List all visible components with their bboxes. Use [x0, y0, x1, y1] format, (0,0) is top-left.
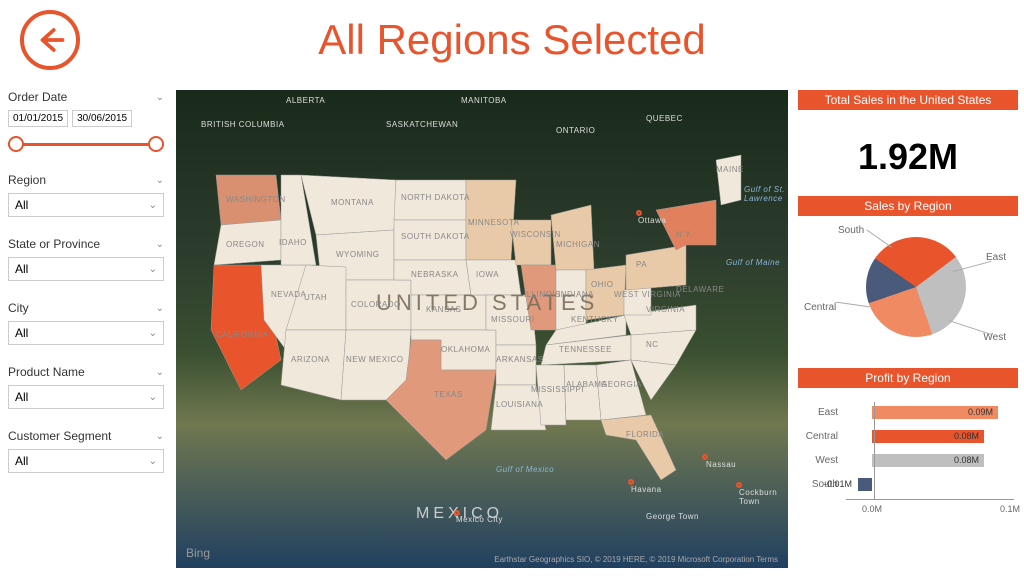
state-mississippi [536, 365, 566, 425]
product-dropdown[interactable]: All⌄ [8, 385, 164, 409]
chevron-down-icon: ⌄ [149, 264, 157, 275]
pie-chart[interactable]: East West Central South [798, 222, 1018, 362]
bars-title: Profit by Region [798, 368, 1018, 388]
city-dropdown[interactable]: All⌄ [8, 321, 164, 345]
filter-panel: Order Date ⌄ 01/01/2015 30/06/2015 Region… [6, 90, 166, 568]
map-attribution: Earthstar Geographics SIO, © 2019 HERE, … [494, 555, 778, 564]
kpi-title: Total Sales in the United States [798, 90, 1018, 110]
chevron-down-icon: ⌄ [149, 456, 157, 467]
filter-label-product: Product Name [8, 365, 85, 379]
chevron-down-icon[interactable]: ⌄ [156, 175, 164, 186]
date-slider[interactable] [8, 135, 164, 153]
bar-row: South-0.01M [802, 474, 1014, 494]
date-to-input[interactable]: 30/06/2015 [72, 110, 132, 127]
segment-dropdown[interactable]: All⌄ [8, 449, 164, 473]
filter-label-region: Region [8, 173, 46, 187]
bing-logo: Bing [186, 546, 210, 560]
bar-row: West0.08M [802, 450, 1014, 470]
filter-label-order-date: Order Date [8, 90, 67, 104]
bar-row: Central0.08M [802, 426, 1014, 446]
state-pa [626, 245, 686, 290]
chevron-down-icon: ⌄ [149, 200, 157, 211]
state-nc [631, 330, 696, 365]
filter-label-segment: Customer Segment [8, 429, 111, 443]
chevron-down-icon[interactable]: ⌄ [156, 431, 164, 442]
state-florida [601, 415, 676, 480]
filter-label-city: City [8, 301, 29, 315]
chevron-down-icon[interactable]: ⌄ [156, 92, 164, 103]
chevron-down-icon: ⌄ [149, 392, 157, 403]
state-dropdown[interactable]: All⌄ [8, 257, 164, 281]
state-arkansas [496, 345, 536, 385]
filter-label-state: State or Province [8, 237, 100, 251]
date-from-input[interactable]: 01/01/2015 [8, 110, 68, 127]
chevron-down-icon[interactable]: ⌄ [156, 239, 164, 250]
state-maine [716, 155, 741, 205]
chevron-down-icon: ⌄ [149, 328, 157, 339]
slider-handle-left[interactable] [8, 136, 24, 152]
chevron-down-icon[interactable]: ⌄ [156, 303, 164, 314]
chevron-down-icon[interactable]: ⌄ [156, 367, 164, 378]
pie-title: Sales by Region [798, 196, 1018, 216]
bar-row: East0.09M [802, 402, 1014, 422]
kpi-value: 1.92M [798, 116, 1018, 190]
page-title: All Regions Selected [20, 16, 1004, 64]
slider-handle-right[interactable] [148, 136, 164, 152]
state-arizona [281, 330, 346, 400]
region-dropdown[interactable]: All⌄ [8, 193, 164, 217]
state-ny [656, 200, 716, 250]
map-visual[interactable]: UNITED STATES MEXICO ALBERTA BRITISH COL… [176, 90, 788, 568]
bar-chart[interactable]: East0.09M Central0.08M West0.08M South-0.01… [798, 394, 1018, 514]
